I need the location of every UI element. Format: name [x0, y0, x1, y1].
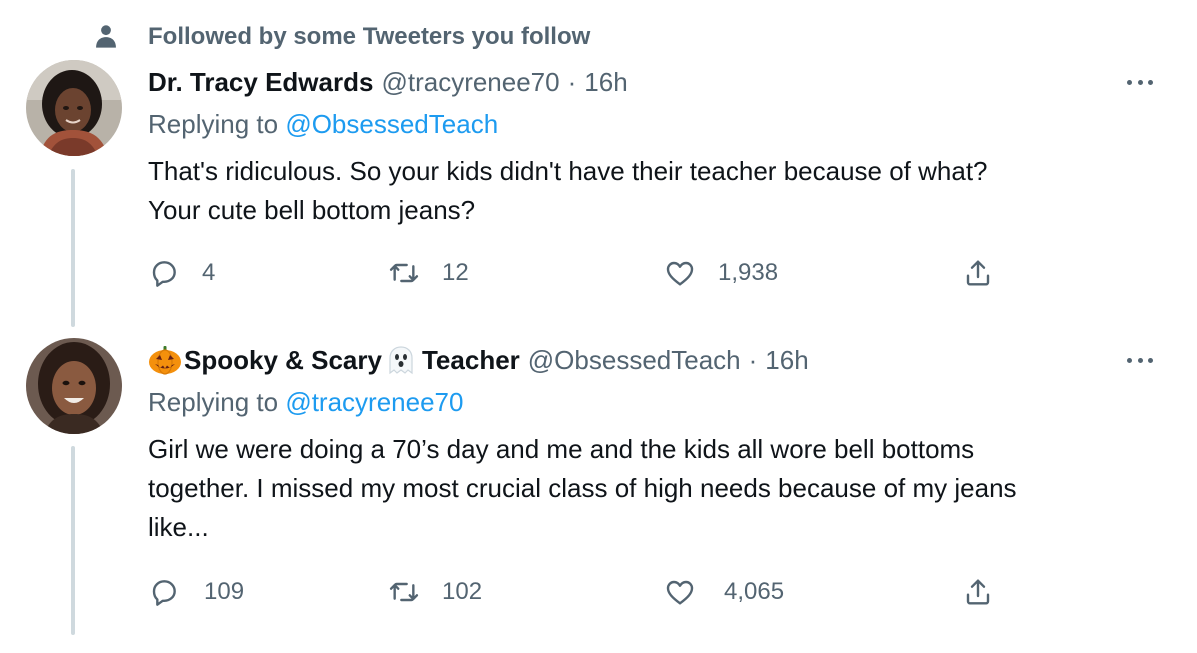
- heart-icon: [666, 580, 694, 605]
- reply-icon: [152, 261, 176, 287]
- retweet-icon: [389, 582, 419, 602]
- jack-o-lantern-icon: [149, 346, 181, 375]
- display-name[interactable]: Spooky & Scary Teacher: [148, 344, 520, 376]
- avatar[interactable]: [26, 338, 122, 434]
- like-button[interactable]: 1,938: [664, 253, 778, 293]
- tweet-text: That's ridiculous. So your kids didn't h…: [148, 156, 988, 225]
- social-context-label: Followed by some Tweeters you follow: [148, 23, 591, 50]
- thread-line: [71, 169, 75, 327]
- reply-icon: [152, 580, 176, 606]
- tweet[interactable]: Spooky & Scary Teacher @ObsessedTeach · …: [0, 334, 1197, 653]
- ghost-icon: [389, 346, 413, 375]
- timestamp[interactable]: 16h: [584, 66, 627, 98]
- replying-to-prefix: Replying to: [148, 109, 286, 139]
- like-button[interactable]: 4,065: [664, 572, 784, 612]
- reply-button[interactable]: 4: [148, 253, 215, 293]
- more-dot-icon: [1148, 79, 1153, 85]
- avatar[interactable]: [26, 60, 122, 156]
- more-options-button[interactable]: [1122, 70, 1158, 94]
- person-icon: [96, 25, 116, 48]
- more-options-button[interactable]: [1122, 348, 1158, 372]
- display-name-part2: Teacher: [421, 345, 520, 375]
- retweet-icon: [389, 263, 419, 283]
- replying-to-prefix: Replying to: [148, 387, 286, 417]
- thread-line: [71, 446, 75, 635]
- more-dot-icon: [1148, 357, 1153, 363]
- like-count: 1,938: [718, 259, 779, 286]
- heart-icon: [666, 261, 694, 286]
- more-dot-icon: [1127, 79, 1132, 85]
- retweet-button[interactable]: 102: [388, 572, 482, 612]
- replying-to-link[interactable]: @ObsessedTeach: [285, 109, 498, 139]
- replying-to: Replying to @tracyrenee70: [148, 386, 463, 418]
- separator-dot: ·: [567, 67, 577, 97]
- reply-count: 109: [204, 578, 245, 605]
- retweet-count: 12: [442, 259, 469, 286]
- user-handle[interactable]: @ObsessedTeach: [528, 344, 741, 376]
- tweet-actions: 109 102 4,065: [148, 572, 1148, 612]
- tweet-header: Dr. Tracy Edwards @tracyrenee70 · 16h: [148, 66, 628, 98]
- more-dot-icon: [1127, 357, 1132, 363]
- tweet-header: Spooky & Scary Teacher @ObsessedTeach · …: [148, 344, 809, 376]
- more-dot-icon: [1137, 79, 1143, 85]
- replying-to-link[interactable]: @tracyrenee70: [285, 387, 463, 417]
- like-count: 4,065: [724, 578, 785, 605]
- more-dot-icon: [1137, 357, 1143, 363]
- retweet-count: 102: [442, 578, 483, 605]
- share-button[interactable]: [962, 253, 994, 293]
- tweet[interactable]: Dr. Tracy Edwards @tracyrenee70 · 16h Re…: [0, 56, 1197, 330]
- reply-count: 4: [202, 259, 216, 286]
- social-context: Followed by some Tweeters you follow: [0, 0, 1197, 62]
- tweet-text: Girl we were doing a 70’s day and me and…: [148, 434, 1017, 542]
- retweet-button[interactable]: 12: [388, 253, 469, 293]
- display-name-part1: Spooky & Scary: [184, 345, 382, 375]
- share-icon: [966, 260, 990, 286]
- separator-dot: ·: [748, 345, 758, 375]
- share-icon: [966, 579, 990, 605]
- share-button[interactable]: [962, 572, 994, 612]
- tweet-actions: 4 12 1,938: [148, 253, 1148, 293]
- reply-button[interactable]: 109: [148, 572, 244, 612]
- display-name[interactable]: Dr. Tracy Edwards: [148, 66, 373, 98]
- replying-to: Replying to @ObsessedTeach: [148, 108, 498, 140]
- user-handle[interactable]: @tracyrenee70: [381, 66, 559, 98]
- timestamp[interactable]: 16h: [765, 344, 808, 376]
